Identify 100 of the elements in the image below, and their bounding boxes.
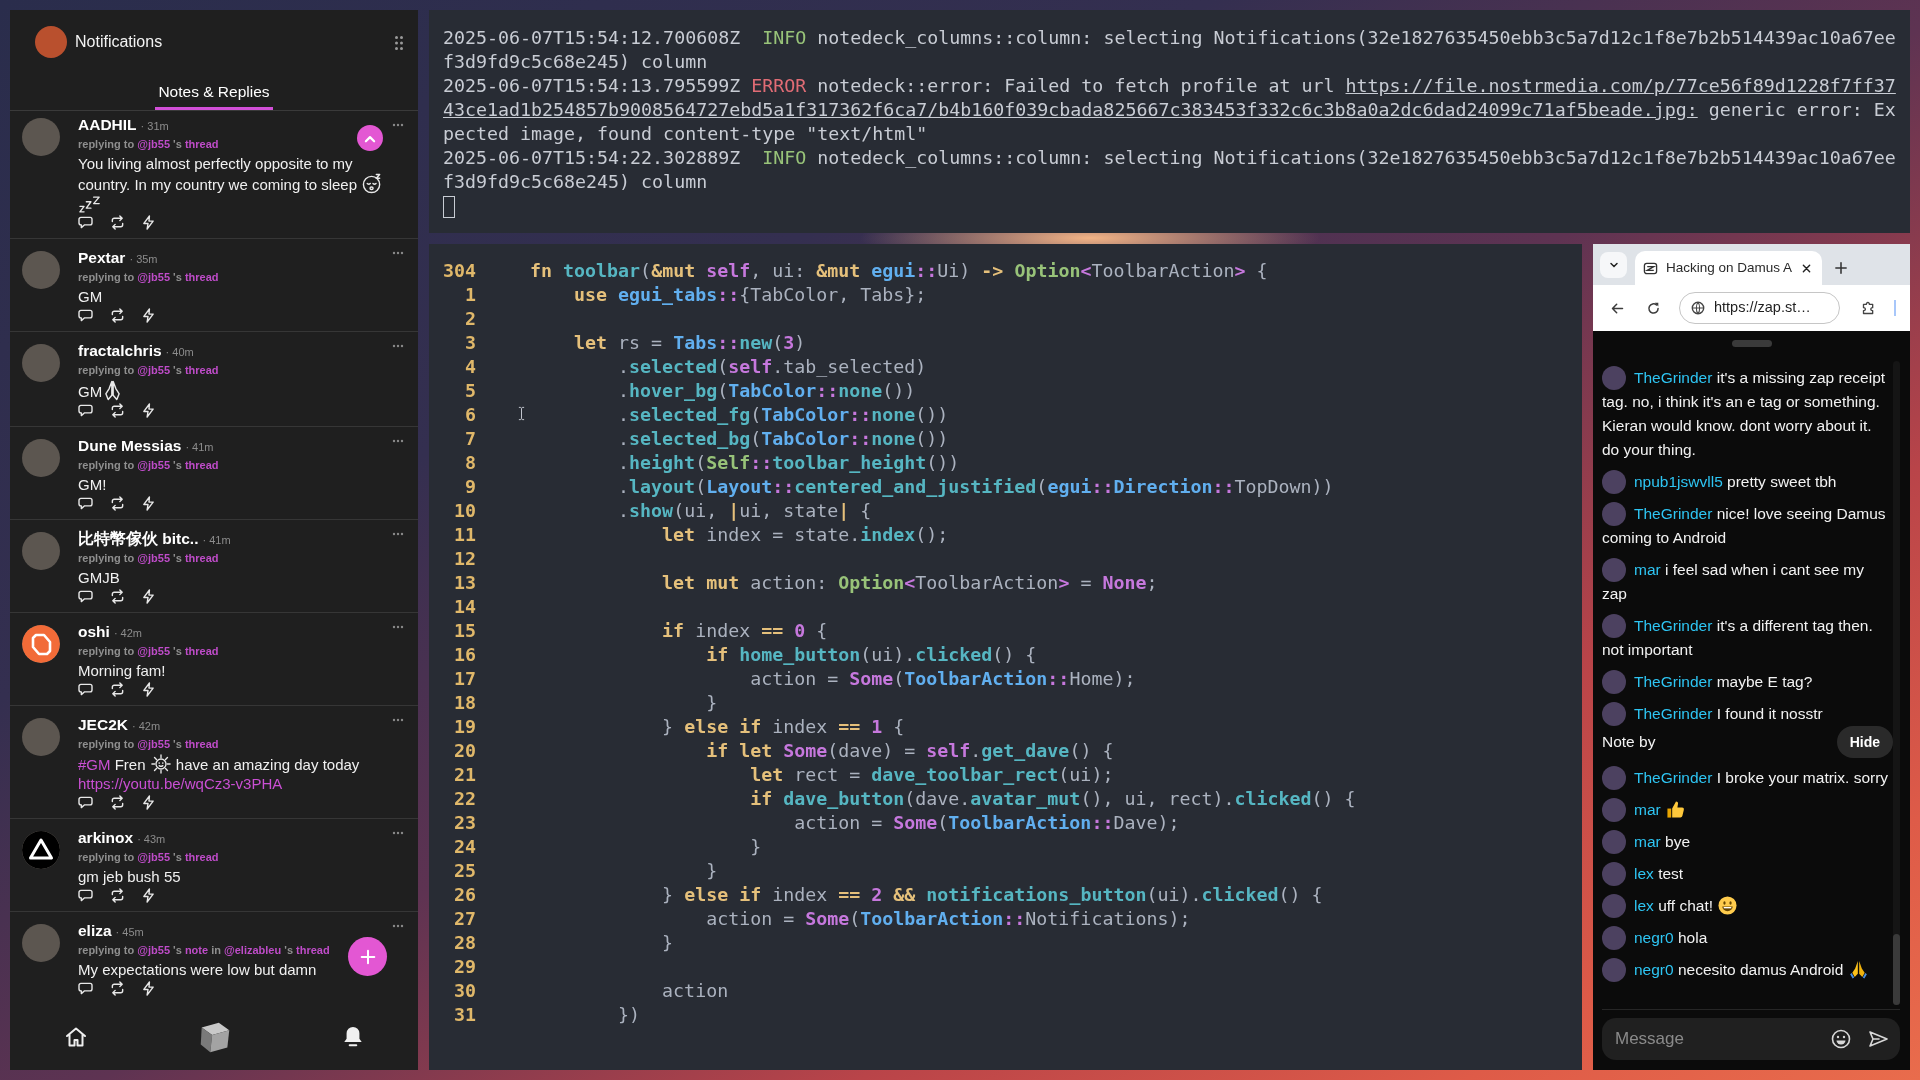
tab[interactable]: Notes & Replies <box>155 74 273 110</box>
comment-icon[interactable] <box>78 589 93 603</box>
comment-icon[interactable] <box>78 682 93 696</box>
author-name[interactable]: Pextar <box>78 248 126 268</box>
bell-icon[interactable] <box>342 1024 364 1049</box>
chat-author[interactable]: negr0 <box>1634 929 1674 946</box>
lightning-icon[interactable] <box>142 495 155 511</box>
reply-link[interactable]: @jb55 <box>137 552 171 564</box>
repost-icon[interactable] <box>110 980 125 996</box>
puzzle-icon[interactable] <box>1861 300 1876 316</box>
send-icon[interactable] <box>1868 1029 1888 1049</box>
author-name[interactable]: AADHIL <box>78 115 137 135</box>
more-icon[interactable] <box>392 718 404 722</box>
comment-icon[interactable] <box>78 308 93 322</box>
reply-link[interactable]: thread <box>184 851 219 863</box>
comment-icon[interactable] <box>78 795 93 809</box>
repost-icon[interactable] <box>110 495 125 511</box>
author-name[interactable]: arkinox <box>78 828 134 848</box>
more-icon[interactable] <box>392 439 404 443</box>
comment-icon[interactable] <box>78 981 93 995</box>
reload-icon[interactable] <box>1646 300 1661 316</box>
lightning-icon[interactable] <box>142 214 155 230</box>
reply-link[interactable]: thread <box>184 738 219 750</box>
more-icon[interactable] <box>392 625 404 629</box>
reply-link[interactable]: thread <box>184 271 219 283</box>
reply-link[interactable]: @jb55 <box>137 271 171 283</box>
reply-link[interactable]: thread <box>184 138 219 150</box>
chat-author[interactable]: negr0 <box>1634 961 1674 978</box>
more-icon[interactable] <box>392 344 404 348</box>
user-avatar[interactable] <box>22 625 60 663</box>
reply-link[interactable]: thread <box>184 364 219 376</box>
author-name[interactable]: JEC2K <box>78 715 128 735</box>
reply-link[interactable]: thread <box>184 552 219 564</box>
user-avatar[interactable] <box>22 831 60 869</box>
chat-author[interactable]: mar <box>1634 833 1661 850</box>
chat-author[interactable]: lex <box>1634 897 1654 914</box>
reply-link[interactable]: @jb55 <box>137 645 171 657</box>
grabber-handle-icon[interactable] <box>1731 340 1772 347</box>
author-name[interactable]: 比特幣傢伙 bitc.. <box>78 529 199 549</box>
message-input[interactable]: Message <box>1615 1026 1814 1052</box>
chat-author[interactable]: TheGrinder <box>1634 673 1713 690</box>
chat-author[interactable]: TheGrinder <box>1634 505 1713 522</box>
reply-link[interactable]: @jb55 <box>137 138 171 150</box>
reply-link[interactable]: @jb55 <box>137 364 171 376</box>
lightning-icon[interactable] <box>142 307 155 323</box>
author-name[interactable]: fractalchris <box>78 341 162 361</box>
drag-handle-icon[interactable] <box>395 36 403 50</box>
reply-link[interactable]: @jb55 <box>137 851 171 863</box>
comment-icon[interactable] <box>78 403 93 417</box>
plus-icon[interactable] <box>1835 261 1847 274</box>
comment-icon[interactable] <box>78 215 93 229</box>
composer-bar[interactable]: Message <box>1602 1018 1900 1060</box>
author-name[interactable]: eliza <box>78 921 112 941</box>
hide-button[interactable]: Hide <box>1836 726 1893 758</box>
chat-author[interactable]: mar <box>1634 561 1661 578</box>
repost-icon[interactable] <box>110 887 125 903</box>
chat-author[interactable]: TheGrinder <box>1634 769 1713 786</box>
lightning-icon[interactable] <box>142 794 155 810</box>
chat-author[interactable]: mar <box>1634 801 1661 818</box>
emoji-icon[interactable] <box>1831 1029 1851 1049</box>
more-icon[interactable] <box>392 924 404 928</box>
more-icon[interactable] <box>392 123 404 127</box>
reply-link[interactable]: @elizableu <box>224 944 282 956</box>
repost-icon[interactable] <box>110 402 125 418</box>
chat-author[interactable]: TheGrinder <box>1634 369 1713 386</box>
comment-icon[interactable] <box>78 888 93 902</box>
reply-link[interactable]: @jb55 <box>137 944 171 956</box>
lightning-icon[interactable] <box>142 402 155 418</box>
reply-link[interactable]: @jb55 <box>137 738 171 750</box>
browser-tab[interactable]: Hacking on Damus A <box>1635 251 1822 285</box>
more-icon[interactable] <box>392 831 404 835</box>
chat-scrollbar[interactable] <box>1893 361 1900 1005</box>
url-link[interactable]: https://youtu.be/wqCz3-v3PHA <box>78 775 283 792</box>
lightning-icon[interactable] <box>142 887 155 903</box>
reply-link[interactable]: note <box>184 944 209 956</box>
comment-icon[interactable] <box>78 496 93 510</box>
reply-link[interactable]: thread <box>184 645 219 657</box>
lightning-icon[interactable] <box>142 681 155 697</box>
more-icon[interactable] <box>392 251 404 255</box>
reply-link[interactable]: thread <box>184 459 219 471</box>
hashtag-link[interactable]: #GM <box>78 756 111 773</box>
repost-icon[interactable] <box>110 794 125 810</box>
reply-link[interactable]: @jb55 <box>137 459 171 471</box>
lightning-icon[interactable] <box>142 980 155 996</box>
profile-avatar[interactable] <box>35 26 67 58</box>
chat-author[interactable]: lex <box>1634 865 1654 882</box>
compose-button[interactable] <box>348 937 387 976</box>
close-icon[interactable] <box>1801 262 1812 274</box>
author-name[interactable]: Dune Messias <box>78 436 182 456</box>
scroll-top-button[interactable] <box>357 125 383 151</box>
chat-author[interactable]: TheGrinder <box>1634 705 1713 722</box>
repost-icon[interactable] <box>110 681 125 697</box>
more-icon[interactable] <box>392 532 404 536</box>
reply-link[interactable]: thread <box>296 944 330 956</box>
author-name[interactable]: oshi <box>78 622 110 642</box>
chat-author[interactable]: npub1jswvll5 <box>1634 473 1723 490</box>
repost-icon[interactable] <box>110 214 125 230</box>
lightning-icon[interactable] <box>142 588 155 604</box>
repost-icon[interactable] <box>110 307 125 323</box>
repost-icon[interactable] <box>110 588 125 604</box>
